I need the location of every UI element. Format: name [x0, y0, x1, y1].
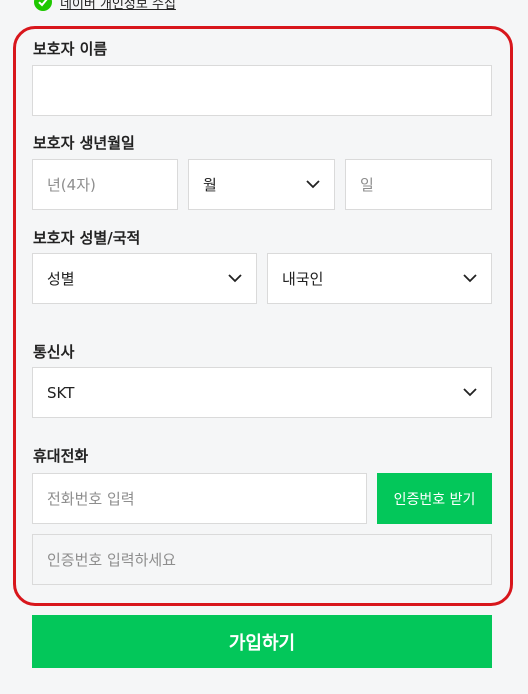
consent-row[interactable]: 네이버 개인정보 수집 [34, 0, 176, 12]
phone-number-input[interactable]: 전화번호 입력 [32, 473, 367, 524]
chevron-down-icon [228, 274, 242, 283]
consent-label[interactable]: 네이버 개인정보 수집 [60, 0, 176, 12]
birth-day-placeholder: 일 [360, 176, 374, 194]
birth-year-input[interactable]: 년(4자) [32, 159, 178, 210]
chevron-down-icon [463, 388, 477, 397]
carrier-select[interactable]: SKT [32, 367, 492, 418]
chevron-down-icon [463, 274, 477, 283]
carrier-label: 통신사 [33, 343, 75, 361]
phone-label: 휴대전화 [33, 447, 89, 465]
carrier-value: SKT [47, 383, 75, 402]
phone-number-placeholder: 전화번호 입력 [47, 490, 135, 508]
nationality-select[interactable]: 내국인 [267, 253, 492, 304]
request-verification-button[interactable]: 인증번호 받기 [377, 473, 492, 524]
verification-code-input[interactable]: 인증번호 입력하세요 [32, 534, 492, 585]
guardian-info-form: 네이버 개인정보 수집 보호자 이름 보호자 생년월일 년(4자) 월 일 보호… [0, 0, 528, 694]
birth-year-placeholder: 년(4자) [47, 176, 96, 194]
verification-code-placeholder: 인증번호 입력하세요 [47, 551, 176, 569]
chevron-down-icon [306, 180, 320, 189]
gender-value: 성별 [47, 270, 75, 288]
birth-day-input[interactable]: 일 [345, 159, 492, 210]
check-icon[interactable] [34, 0, 52, 11]
birth-month-select[interactable]: 월 [188, 159, 335, 210]
signup-button[interactable]: 가입하기 [32, 615, 492, 668]
guardian-name-input[interactable] [32, 65, 492, 116]
gender-select[interactable]: 성별 [32, 253, 257, 304]
birth-month-value: 월 [203, 176, 217, 194]
guardian-birth-label: 보호자 생년월일 [33, 134, 135, 152]
guardian-name-label: 보호자 이름 [33, 40, 108, 58]
nationality-value: 내국인 [282, 270, 324, 288]
guardian-gender-nationality-label: 보호자 성별/국적 [33, 229, 141, 247]
